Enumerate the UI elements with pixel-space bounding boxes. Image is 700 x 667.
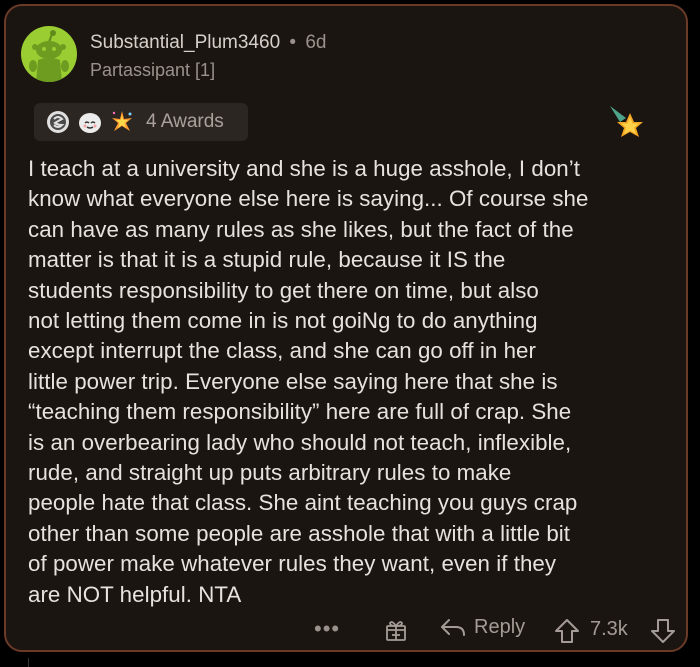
comment-age: 6d <box>305 32 327 53</box>
downvote-arrow-icon[interactable] <box>650 618 676 644</box>
awards-button[interactable]: 4 Awards <box>34 103 248 141</box>
silver-award-icon <box>46 110 70 134</box>
awards-count-label: 4 Awards <box>146 111 224 132</box>
user-flair: Partassipant [1] <box>90 60 216 80</box>
reply-arrow-icon <box>441 618 465 636</box>
upvote-arrow-icon[interactable] <box>554 618 580 644</box>
username-link[interactable]: Substantial_Plum3460 <box>90 32 280 53</box>
comment-body: I teach at a university and she is a hug… <box>28 156 589 607</box>
snoo-avatar-icon[interactable] <box>21 26 77 82</box>
more-options-button[interactable]: ••• <box>314 616 340 642</box>
comment-actions: ••• Reply 7.3k <box>6 616 686 646</box>
vote-score: 7.3k <box>590 618 628 640</box>
gift-icon[interactable] <box>384 618 408 642</box>
separator-dot: • <box>289 32 297 53</box>
comment-card: Substantial_Plum3460 • 6d Partassipant [… <box>4 4 688 652</box>
comment-header: Substantial_Plum3460 • 6d <box>90 32 327 54</box>
reply-button[interactable]: Reply <box>440 616 525 639</box>
wholesome-award-icon <box>78 110 102 134</box>
starstruck-award-icon <box>110 110 134 134</box>
thread-line <box>28 658 29 667</box>
star-award-icon <box>606 104 646 144</box>
reply-label: Reply <box>474 616 526 638</box>
